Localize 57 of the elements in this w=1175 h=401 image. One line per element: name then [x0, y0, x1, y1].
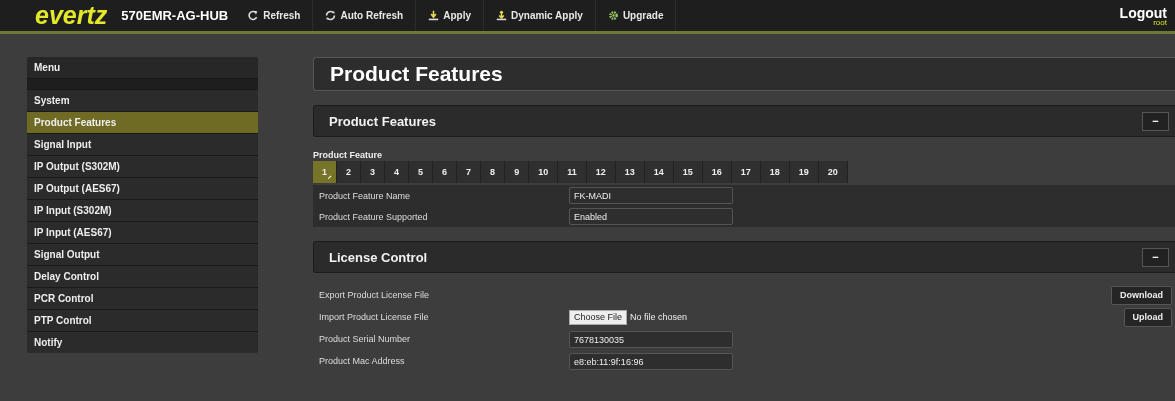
- tab[interactable]: 7: [457, 161, 482, 183]
- tab[interactable]: 16: [702, 161, 732, 183]
- tabs-label: Product Feature: [313, 150, 383, 161]
- toolbar-button[interactable]: Apply: [416, 0, 484, 31]
- value-field: e8:eb:11:9f:16:96: [569, 352, 733, 370]
- collapse-button[interactable]: −: [1142, 247, 1169, 267]
- download-icon: [428, 10, 440, 21]
- section-title: Product Features: [329, 113, 437, 129]
- logo: evertz: [35, 3, 108, 28]
- tab[interactable]: 15: [673, 161, 703, 183]
- tab[interactable]: 6: [433, 161, 458, 183]
- toolbar-button[interactable]: Upgrade: [595, 0, 677, 31]
- toolbar-button[interactable]: Refresh: [236, 0, 314, 31]
- action-button[interactable]: Download: [1111, 285, 1172, 305]
- field-label: Export Product License File: [319, 290, 431, 300]
- field-label: Product Feature Name: [319, 190, 412, 201]
- tab[interactable]: 13: [615, 161, 645, 183]
- tab[interactable]: 5: [409, 161, 434, 183]
- tab[interactable]: 8: [481, 161, 506, 183]
- user-name: root: [1153, 18, 1167, 27]
- toolbar-button[interactable]: Dynamic Apply: [484, 0, 596, 31]
- file-status: No file chosen: [630, 312, 688, 322]
- download-icon: [496, 10, 507, 21]
- tab[interactable]: 20: [818, 161, 848, 183]
- refresh-icon: [325, 10, 337, 21]
- tab[interactable]: 12: [586, 161, 616, 183]
- choose-file-button[interactable]: Choose File: [569, 309, 628, 325]
- menu-title: Menu: [27, 57, 258, 79]
- tab[interactable]: 14: [644, 161, 674, 183]
- value-field: Enabled: [569, 208, 733, 225]
- toolbar-button[interactable]: Auto Refresh: [313, 0, 417, 31]
- logout-link[interactable]: Logout: [1119, 4, 1167, 21]
- value-field: FK-MADI: [569, 187, 733, 204]
- tab[interactable]: 3: [361, 161, 386, 183]
- field-label: Product Feature Supported: [319, 211, 429, 222]
- tab[interactable]: 17: [731, 161, 761, 183]
- value-field: 7678130035: [569, 330, 733, 348]
- tab[interactable]: 11: [558, 161, 587, 183]
- tab[interactable]: 9: [505, 161, 530, 183]
- menu-item[interactable]: Notify: [27, 331, 258, 353]
- refresh-icon: [248, 10, 260, 21]
- tab[interactable]: 19: [789, 161, 819, 183]
- tab[interactable]: 10: [529, 161, 559, 183]
- tab[interactable]: 1: [313, 161, 337, 183]
- menu-item[interactable]: Product Features: [27, 111, 258, 133]
- tab[interactable]: 4: [385, 161, 410, 183]
- tab[interactable]: 18: [760, 161, 790, 183]
- gear-icon: [607, 10, 619, 21]
- field-label: Product Mac Address: [319, 356, 406, 366]
- section-title: License Control: [329, 249, 429, 265]
- field-label: Import Product License File: [319, 312, 430, 322]
- page-title: Product Features: [313, 57, 1175, 91]
- device-name: 570EMR-AG-HUB: [121, 8, 229, 23]
- collapse-button[interactable]: −: [1142, 111, 1169, 131]
- field-label: Product Serial Number: [319, 334, 412, 344]
- tab[interactable]: 2: [337, 161, 362, 183]
- action-button[interactable]: Upload: [1123, 307, 1172, 327]
